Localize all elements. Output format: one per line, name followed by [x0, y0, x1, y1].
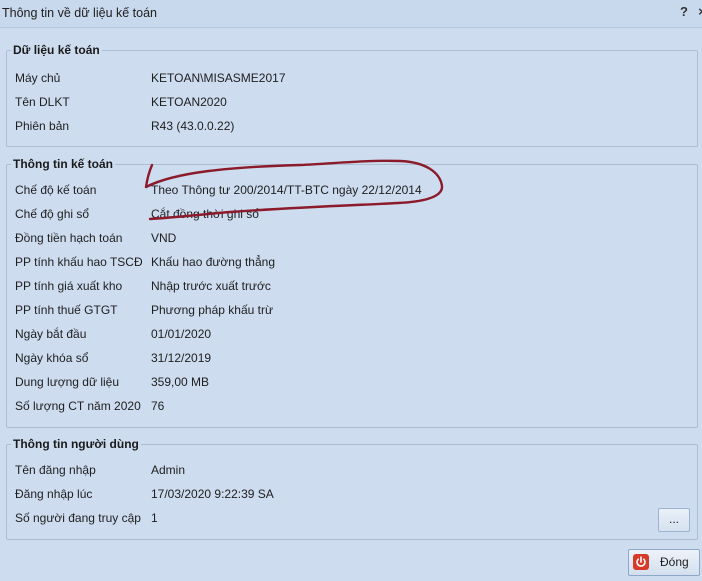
row-value: VND [151, 231, 177, 245]
view-users-button[interactable]: ... [658, 508, 690, 532]
info-row: Tên đăng nhập Admin [0, 462, 640, 478]
info-row: Đăng nhập lúc 17/03/2020 9:22:39 SA [0, 486, 640, 502]
info-row: PP tính thuế GTGT Phương pháp khấu trừ [0, 302, 702, 318]
info-row: Chế độ ghi sổ Cắt đồng thời ghi sổ [0, 206, 702, 222]
row-label: Tên đăng nhập [15, 463, 96, 477]
row-label: Số người đang truy cập [15, 511, 141, 525]
row-label: Phiên bản [15, 119, 70, 133]
info-row: Máy chủ KETOAN\MISASME2017 [0, 70, 702, 86]
info-row: Số người đang truy cập 1 [0, 510, 640, 526]
row-label: Chế độ ghi sổ [15, 207, 90, 221]
info-row: PP tính khấu hao TSCĐ Khấu hao đường thẳ… [0, 254, 702, 270]
info-row: Chế độ kế toán Theo Thông tư 200/2014/TT… [0, 182, 702, 198]
row-value: 1 [151, 511, 158, 525]
row-value: Cắt đồng thời ghi sổ [151, 207, 259, 221]
window-title: Thông tin về dữ liệu kế toán [2, 6, 157, 20]
row-value: Admin [151, 463, 186, 477]
info-row: Tên DLKT KETOAN2020 [0, 94, 702, 110]
row-value: 17/03/2020 9:22:39 SA [151, 487, 274, 501]
row-label: Chế độ kế toán [15, 183, 97, 197]
row-label: Tên DLKT [15, 95, 70, 109]
info-row: PP tính giá xuất kho Nhập trước xuất trư… [0, 278, 702, 294]
close-button-label: Đóng [660, 555, 689, 569]
close-button[interactable]: Đóng [628, 549, 700, 576]
row-label: Máy chủ [15, 71, 61, 85]
row-value: 76 [151, 399, 165, 413]
row-value: 01/01/2020 [151, 327, 212, 341]
row-label: PP tính thuế GTGT [15, 303, 118, 317]
row-label: Ngày bắt đầu [15, 327, 87, 341]
row-label: Số lượng CT năm 2020 [15, 399, 141, 413]
row-value: 359,00 MB [151, 375, 210, 389]
info-row: Ngày khóa sổ 31/12/2019 [0, 350, 702, 366]
row-value: Nhập trước xuất trước [151, 279, 271, 293]
info-row: Đồng tiền hạch toán VND [0, 230, 702, 246]
group-title: Dữ liệu kế toán [11, 43, 102, 57]
row-value: KETOAN\MISASME2017 [151, 71, 286, 85]
row-label: PP tính giá xuất kho [15, 279, 123, 293]
close-icon[interactable]: × [694, 4, 702, 20]
row-label: Đăng nhập lúc [15, 487, 93, 501]
row-value: 31/12/2019 [151, 351, 212, 365]
title-bar: Thông tin về dữ liệu kế toán ? × [0, 0, 702, 28]
row-label: Dung lượng dữ liệu [15, 375, 119, 389]
row-label: PP tính khấu hao TSCĐ [15, 255, 143, 269]
power-icon [633, 554, 649, 570]
group-title: Thông tin người dùng [11, 437, 141, 451]
help-icon[interactable]: ? [676, 4, 692, 20]
row-value: Phương pháp khấu trừ [151, 303, 274, 317]
info-row: Phiên bản R43 (43.0.0.22) [0, 118, 702, 134]
row-label: Đồng tiền hạch toán [15, 231, 123, 245]
info-row: Dung lượng dữ liệu 359,00 MB [0, 374, 702, 390]
row-value: Khấu hao đường thẳng [151, 255, 276, 269]
info-row: Ngày bắt đầu 01/01/2020 [0, 326, 702, 342]
group-title: Thông tin kế toán [11, 157, 115, 171]
row-value: R43 (43.0.0.22) [151, 119, 235, 133]
row-value: KETOAN2020 [151, 95, 227, 109]
info-row: Số lượng CT năm 2020 76 [0, 398, 702, 414]
row-label: Ngày khóa sổ [15, 351, 89, 365]
row-value: Theo Thông tư 200/2014/TT-BTC ngày 22/12… [151, 183, 422, 197]
